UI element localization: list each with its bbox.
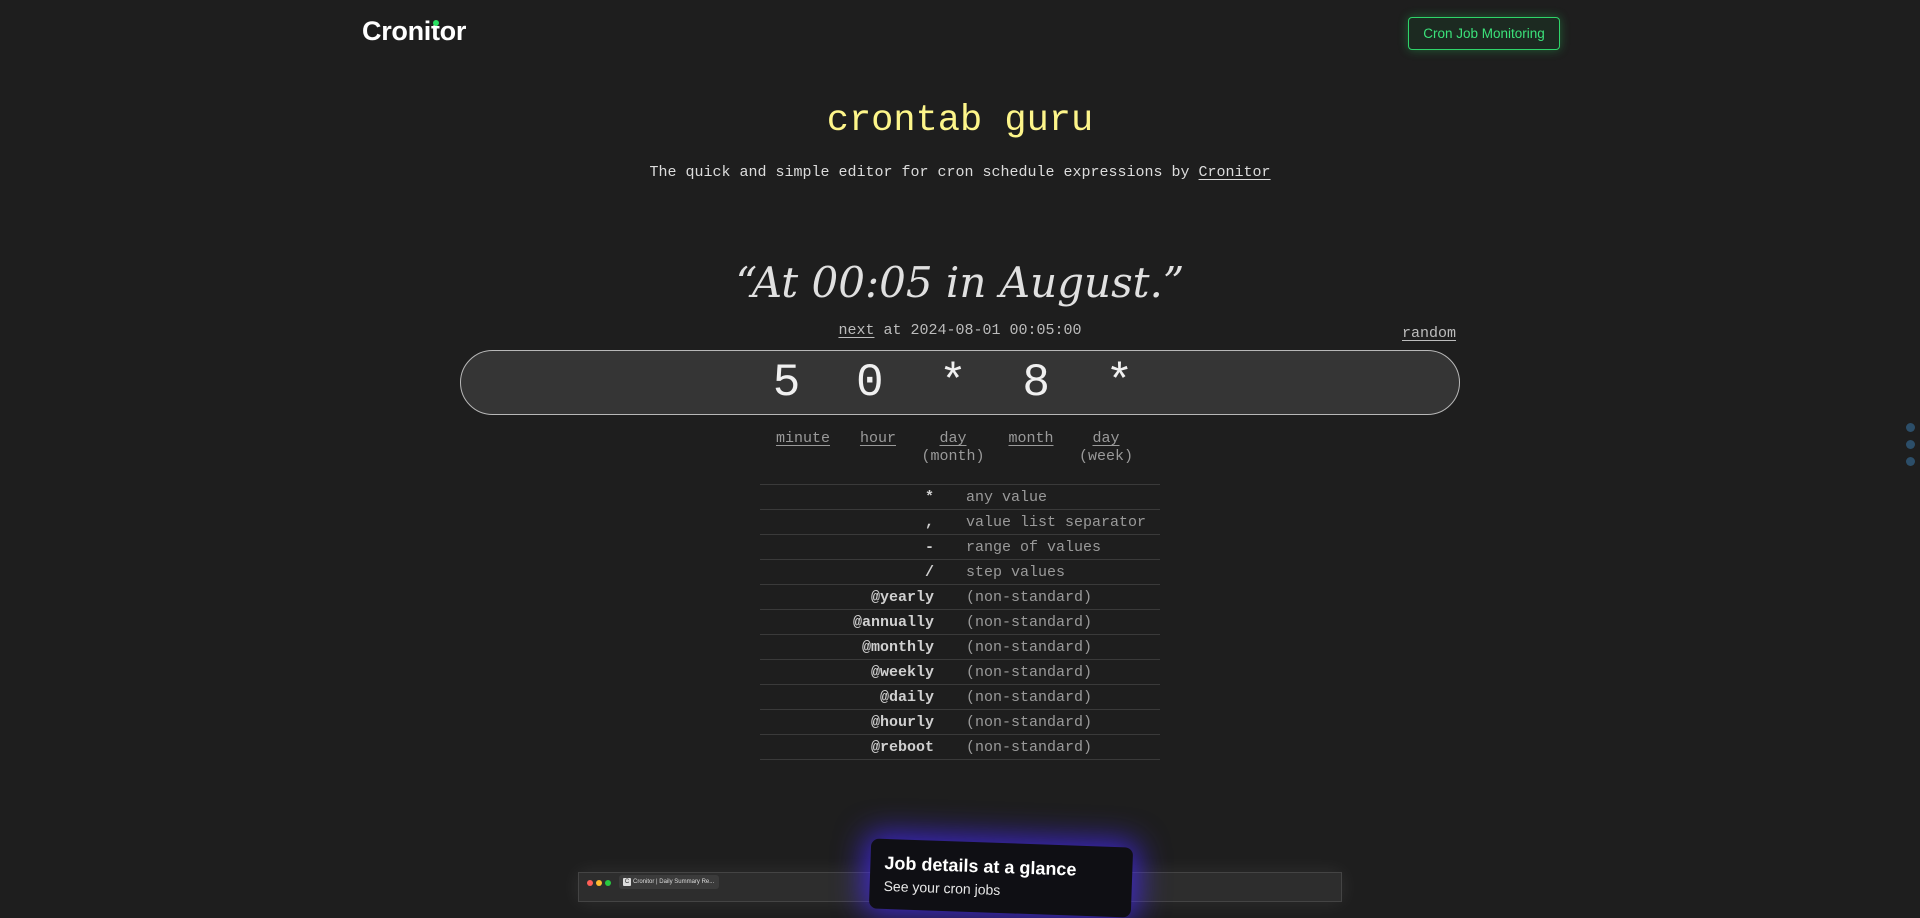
syntax-legend-table: * any value , value list separator - ran… <box>760 484 1160 760</box>
legend-description: range of values <box>948 534 1160 560</box>
section-dot[interactable] <box>1906 423 1915 432</box>
part-day-of-week[interactable]: day (week) <box>1072 430 1140 466</box>
section-dot[interactable] <box>1906 457 1915 466</box>
legend-row: @monthly (non-standard) <box>760 634 1160 660</box>
legend-symbol: @daily <box>760 684 948 710</box>
part-month[interactable]: month <box>1004 430 1058 448</box>
page-subtitle: The quick and simple editor for cron sch… <box>0 164 1920 181</box>
legend-description: (non-standard) <box>948 734 1160 760</box>
legend-description: (non-standard) <box>948 634 1160 660</box>
legend-row: , value list separator <box>760 509 1160 535</box>
part-label: day <box>939 430 967 447</box>
subtitle-text: The quick and simple editor for cron sch… <box>649 164 1190 181</box>
legend-symbol: , <box>760 509 948 535</box>
next-link[interactable]: next <box>838 322 874 339</box>
promo-heading: Job details at a glance <box>884 852 1077 880</box>
legend-symbol: - <box>760 534 948 560</box>
legend-description: (non-standard) <box>948 584 1160 610</box>
promo-tab-label: Cronitor | Daily Summary Re... <box>633 879 715 885</box>
window-close-icon <box>587 880 593 886</box>
legend-symbol: @annually <box>760 609 948 635</box>
cron-job-monitoring-button[interactable]: Cron Job Monitoring <box>1408 17 1560 50</box>
part-label: day <box>1092 430 1120 447</box>
brand-logo[interactable]: Cronitor <box>362 16 466 47</box>
legend-description: (non-standard) <box>948 659 1160 685</box>
legend-row: @yearly (non-standard) <box>760 584 1160 610</box>
part-day-of-month[interactable]: day (month) <box>916 430 990 466</box>
legend-row: * any value <box>760 484 1160 510</box>
part-minute[interactable]: minute <box>770 430 836 448</box>
legend-description: (non-standard) <box>948 684 1160 710</box>
legend-row: / step values <box>760 559 1160 585</box>
legend-symbol: / <box>760 559 948 585</box>
human-readable-schedule: “At 00:05 in August.” <box>735 258 1185 307</box>
legend-symbol: * <box>760 484 948 510</box>
part-hour[interactable]: hour <box>856 430 900 448</box>
legend-row: @reboot (non-standard) <box>760 734 1160 760</box>
legend-symbol: @hourly <box>760 709 948 735</box>
legend-symbol: @weekly <box>760 659 948 685</box>
next-run-text: at 2024-08-01 00:05:00 <box>883 322 1082 339</box>
legend-description: step values <box>948 559 1160 585</box>
part-label: minute <box>775 430 830 447</box>
part-sublabel: (month) <box>921 448 985 465</box>
legend-row: @hourly (non-standard) <box>760 709 1160 735</box>
next-run-line: next at 2024-08-01 00:05:00 <box>0 322 1920 339</box>
random-link[interactable]: random <box>1402 325 1456 342</box>
legend-description: (non-standard) <box>948 709 1160 735</box>
brand-name: Cronitor <box>362 16 467 46</box>
part-label: hour <box>859 430 896 447</box>
part-sublabel: (week) <box>1078 448 1133 465</box>
legend-row: @annually (non-standard) <box>760 609 1160 635</box>
legend-symbol: @reboot <box>760 734 948 760</box>
legend-symbol: @yearly <box>760 584 948 610</box>
legend-row: @weekly (non-standard) <box>760 659 1160 685</box>
window-maximize-icon <box>605 880 611 886</box>
legend-description: (non-standard) <box>948 609 1160 635</box>
cronitor-link[interactable]: Cronitor <box>1199 164 1271 181</box>
legend-row: - range of values <box>760 534 1160 560</box>
brand-dot-icon <box>433 20 439 26</box>
legend-row: @daily (non-standard) <box>760 684 1160 710</box>
promo-card: Job details at a glance See your cron jo… <box>868 838 1134 918</box>
promo-subtext: See your cron jobs <box>883 877 1001 898</box>
window-minimize-icon <box>596 880 602 886</box>
promo-browser-tab: C Cronitor | Daily Summary Re... <box>619 875 719 889</box>
legend-description: any value <box>948 484 1160 510</box>
legend-symbol: @monthly <box>760 634 948 660</box>
part-label: month <box>1008 430 1054 447</box>
cronitor-favicon-icon: C <box>623 878 631 886</box>
legend-description: value list separator <box>948 509 1160 535</box>
page-title: crontab guru <box>826 100 1094 142</box>
section-dot[interactable] <box>1906 440 1915 449</box>
cron-expression-input[interactable] <box>460 350 1460 415</box>
section-nav-dots <box>1906 423 1916 474</box>
